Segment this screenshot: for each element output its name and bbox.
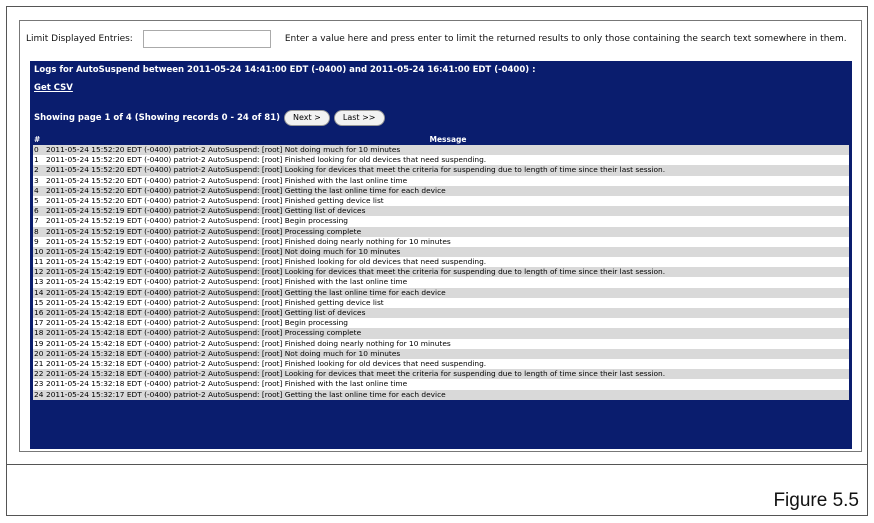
table-row: 1 2011-05-24 15:52:20 EDT (-0400) patriot…	[33, 155, 849, 166]
table-header: # Message	[33, 135, 849, 145]
row-number: 17	[34, 318, 44, 328]
row-number: 1	[34, 155, 39, 165]
row-number: 0	[34, 145, 39, 154]
table-row: 22 2011-05-24 15:32:18 EDT (-0400) patrio…	[33, 369, 849, 380]
row-message: 2011-05-24 15:42:19 EDT (-0400) patriot-…	[46, 257, 487, 267]
table-row: 7 2011-05-24 15:52:19 EDT (-0400) patriot…	[33, 216, 849, 227]
table-row: 24 2011-05-24 15:32:17 EDT (-0400) patrio…	[33, 389, 849, 400]
row-message: 2011-05-24 15:32:18 EDT (-0400) patriot-…	[46, 369, 666, 379]
table-row: 13 2011-05-24 15:42:19 EDT (-0400) patrio…	[33, 277, 849, 288]
row-number: 6	[34, 206, 39, 216]
table-row: 21 2011-05-24 15:32:18 EDT (-0400) patrio…	[33, 358, 849, 370]
row-number: 16	[34, 308, 44, 317]
table-row: 14 2011-05-24 15:42:19 EDT (-0400) patrio…	[33, 287, 849, 298]
table-row: 2 2011-05-24 15:52:20 EDT (-0400) patriot…	[33, 165, 849, 176]
row-message: 2011-05-24 15:52:20 EDT (-0400) patriot-…	[46, 175, 408, 185]
row-number: 3	[34, 175, 39, 185]
row-message: 2011-05-24 15:52:20 EDT (-0400) patriot-…	[46, 195, 384, 205]
row-message: 2011-05-24 15:42:19 EDT (-0400) patriot-…	[46, 287, 446, 297]
row-number: 13	[34, 277, 44, 287]
row-message: 2011-05-24 15:52:19 EDT (-0400) patriot-…	[46, 226, 362, 236]
row-number: 12	[34, 267, 44, 277]
figure-caption: Figure 5.5	[773, 490, 859, 511]
row-number: 10	[34, 246, 44, 256]
row-message: 2011-05-24 15:42:18 EDT (-0400) patriot-…	[46, 328, 362, 338]
table-row: 15 2011-05-24 15:42:19 EDT (-0400) patrio…	[33, 297, 849, 308]
row-message: 2011-05-24 15:52:20 EDT (-0400) patriot-…	[46, 155, 487, 165]
row-number: 8	[34, 226, 39, 236]
paging-status: Showing page 1 of 4 (Showing records 0 -…	[34, 113, 280, 123]
table-row: 10 2011-05-24 15:42:19 EDT (-0400) patrio…	[33, 246, 849, 258]
row-message: 2011-05-24 15:32:17 EDT (-0400) patriot-…	[46, 389, 446, 399]
log-table-body: 0 2011-05-24 15:52:20 EDT (-0400) patriot…	[33, 145, 849, 400]
pagination-bar: Showing page 1 of 4 (Showing records 0 -…	[34, 110, 849, 126]
table-row: 4 2011-05-24 15:52:20 EDT (-0400) patriot…	[33, 185, 849, 196]
row-number: 24	[34, 389, 44, 399]
row-number: 19	[34, 338, 44, 348]
row-message: 2011-05-24 15:42:19 EDT (-0400) patriot-…	[46, 246, 401, 256]
table-row: 3 2011-05-24 15:52:20 EDT (-0400) patriot…	[33, 175, 849, 186]
figure-frame: Limit Displayed Entries: Enter a value h…	[6, 6, 868, 516]
log-panel: Logs for AutoSuspend between 2011-05-24 …	[30, 61, 852, 449]
table-row: 5 2011-05-24 15:52:20 EDT (-0400) patriot…	[33, 195, 849, 207]
row-number: 4	[34, 185, 39, 195]
row-message: 2011-05-24 15:32:18 EDT (-0400) patriot-…	[46, 379, 408, 389]
row-number: 15	[34, 297, 44, 307]
row-message: 2011-05-24 15:42:18 EDT (-0400) patriot-…	[46, 318, 349, 328]
last-page-button[interactable]: Last >>	[333, 110, 385, 126]
column-header-message: Message	[429, 135, 467, 144]
log-title: Logs for AutoSuspend between 2011-05-24 …	[34, 65, 536, 75]
table-row: 0 2011-05-24 15:52:20 EDT (-0400) patriot…	[33, 145, 849, 156]
filter-input[interactable]	[142, 30, 271, 48]
filter-label: Limit Displayed Entries:	[26, 34, 133, 44]
row-message: 2011-05-24 15:42:19 EDT (-0400) patriot-…	[46, 277, 408, 287]
row-message: 2011-05-24 15:42:19 EDT (-0400) patriot-…	[46, 297, 384, 307]
screenshot-panel: Limit Displayed Entries: Enter a value h…	[19, 20, 862, 452]
table-row: 11 2011-05-24 15:42:19 EDT (-0400) patrio…	[33, 257, 849, 268]
row-number: 2	[34, 165, 39, 175]
row-number: 9	[34, 236, 39, 246]
row-message: 2011-05-24 15:42:18 EDT (-0400) patriot-…	[46, 308, 366, 317]
table-row: 6 2011-05-24 15:52:19 EDT (-0400) patriot…	[33, 206, 849, 217]
row-number: 5	[34, 195, 39, 205]
table-row: 20 2011-05-24 15:32:18 EDT (-0400) patrio…	[33, 348, 849, 359]
row-message: 2011-05-24 15:42:18 EDT (-0400) patriot-…	[46, 338, 451, 348]
row-number: 11	[34, 257, 44, 267]
row-message: 2011-05-24 15:52:20 EDT (-0400) patriot-…	[46, 185, 446, 195]
row-message: 2011-05-24 15:32:18 EDT (-0400) patriot-…	[46, 348, 401, 358]
row-message: 2011-05-24 15:42:19 EDT (-0400) patriot-…	[46, 267, 666, 277]
table-row: 16 2011-05-24 15:42:18 EDT (-0400) patrio…	[33, 308, 849, 319]
row-number: 18	[34, 328, 44, 338]
table-row: 19 2011-05-24 15:42:18 EDT (-0400) patrio…	[33, 338, 849, 349]
table-row: 23 2011-05-24 15:32:18 EDT (-0400) patrio…	[33, 379, 849, 390]
row-message: 2011-05-24 15:52:19 EDT (-0400) patriot-…	[46, 216, 349, 226]
table-row: 9 2011-05-24 15:52:19 EDT (-0400) patriot…	[33, 236, 849, 247]
caption-divider	[7, 464, 867, 465]
column-header-number: #	[34, 135, 41, 144]
row-number: 23	[34, 379, 44, 389]
row-number: 7	[34, 216, 39, 226]
row-message: 2011-05-24 15:52:20 EDT (-0400) patriot-…	[46, 165, 666, 175]
filter-help-text: Enter a value here and press enter to li…	[284, 34, 847, 44]
table-row: 18 2011-05-24 15:42:18 EDT (-0400) patrio…	[33, 328, 849, 339]
next-page-button[interactable]: Next >	[284, 110, 330, 126]
filter-row: Limit Displayed Entries: Enter a value h…	[26, 27, 854, 51]
table-row: 17 2011-05-24 15:42:18 EDT (-0400) patrio…	[33, 318, 849, 329]
get-csv-link[interactable]: Get CSV	[34, 83, 73, 93]
row-number: 21	[34, 358, 44, 368]
table-row: 12 2011-05-24 15:42:19 EDT (-0400) patrio…	[33, 267, 849, 278]
row-message: 2011-05-24 15:52:19 EDT (-0400) patriot-…	[46, 236, 451, 246]
row-number: 20	[34, 348, 44, 358]
row-number: 14	[34, 287, 44, 297]
row-message: 2011-05-24 15:32:18 EDT (-0400) patriot-…	[46, 358, 487, 368]
table-row: 8 2011-05-24 15:52:19 EDT (-0400) patriot…	[33, 226, 849, 237]
row-message: 2011-05-24 15:52:19 EDT (-0400) patriot-…	[46, 206, 366, 216]
row-message: 2011-05-24 15:52:20 EDT (-0400) patriot-…	[46, 145, 401, 154]
row-number: 22	[34, 369, 44, 379]
